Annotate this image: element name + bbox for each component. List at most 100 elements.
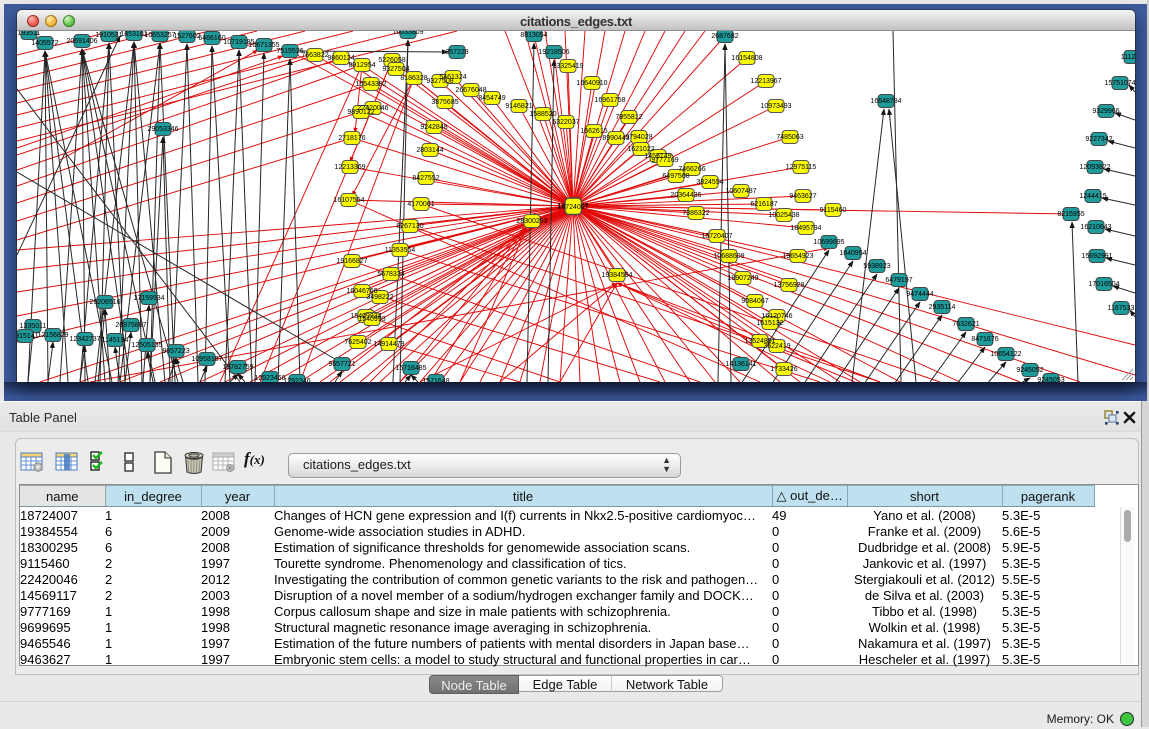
svg-text:8186328: 8186328 bbox=[400, 75, 427, 82]
svg-text:17016504: 17016504 bbox=[1088, 281, 1119, 288]
svg-text:19384554: 19384554 bbox=[601, 272, 632, 279]
svg-text:7515526: 7515526 bbox=[276, 48, 303, 55]
svg-text:9242848: 9242848 bbox=[420, 124, 447, 131]
svg-text:16640910: 16640910 bbox=[576, 80, 607, 87]
svg-text:9084067: 9084067 bbox=[741, 298, 768, 305]
svg-text:9857223: 9857223 bbox=[162, 348, 189, 355]
svg-text:9890122: 9890122 bbox=[347, 109, 374, 116]
svg-text:12213369: 12213369 bbox=[334, 164, 365, 171]
svg-text:8454749: 8454749 bbox=[478, 95, 505, 102]
svg-text:12505135: 12505135 bbox=[131, 342, 162, 349]
svg-text:11353554: 11353554 bbox=[385, 247, 416, 254]
svg-text:12093822: 12093822 bbox=[1079, 164, 1110, 171]
svg-text:16648784: 16648784 bbox=[870, 98, 901, 105]
svg-text:1244415: 1244415 bbox=[1079, 193, 1106, 200]
svg-text:1733426: 1733426 bbox=[770, 366, 797, 373]
svg-text:1910531: 1910531 bbox=[95, 32, 122, 39]
svg-text:3824554: 3824554 bbox=[696, 179, 723, 186]
svg-text:17159934: 17159934 bbox=[133, 295, 164, 302]
svg-text:1405572: 1405572 bbox=[31, 40, 58, 47]
svg-text:193511: 193511 bbox=[18, 31, 41, 37]
svg-text:8427552: 8427552 bbox=[412, 175, 439, 182]
svg-text:20364436: 20364436 bbox=[670, 192, 701, 199]
svg-text:9463627: 9463627 bbox=[789, 193, 816, 200]
svg-text:16671355: 16671355 bbox=[248, 42, 279, 49]
svg-text:7485063: 7485063 bbox=[776, 134, 803, 141]
svg-text:7386322: 7386322 bbox=[682, 210, 709, 217]
svg-text:13756928: 13756928 bbox=[773, 282, 804, 289]
svg-text:10973493: 10973493 bbox=[760, 103, 791, 110]
svg-text:2803144: 2803144 bbox=[416, 147, 443, 154]
svg-text:29053346: 29053346 bbox=[147, 126, 178, 133]
svg-text:5461324: 5461324 bbox=[439, 74, 466, 81]
svg-text:7955812: 7955812 bbox=[615, 114, 642, 121]
svg-text:8267130: 8267130 bbox=[396, 223, 423, 230]
svg-text:1292346: 1292346 bbox=[283, 378, 310, 382]
svg-text:26206516: 26206516 bbox=[89, 299, 120, 306]
svg-text:9794028: 9794028 bbox=[625, 134, 652, 141]
svg-text:2935114: 2935114 bbox=[929, 304, 956, 311]
svg-text:16210643: 16210643 bbox=[1080, 224, 1111, 231]
svg-text:357228: 357228 bbox=[445, 49, 468, 56]
svg-text:15692991: 15692991 bbox=[1081, 253, 1112, 260]
svg-text:19218506: 19218506 bbox=[538, 49, 569, 56]
svg-text:12342737: 12342737 bbox=[69, 336, 100, 343]
svg-text:8912954: 8912954 bbox=[348, 62, 375, 69]
svg-text:3522419: 3522419 bbox=[763, 343, 790, 350]
svg-text:1167533: 1167533 bbox=[1108, 305, 1135, 312]
svg-text:16543382: 16543382 bbox=[355, 81, 386, 88]
svg-text:14136141: 14136141 bbox=[725, 361, 756, 368]
svg-text:28300293: 28300293 bbox=[516, 218, 547, 225]
svg-text:15751074: 15751074 bbox=[1104, 80, 1135, 87]
svg-text:9657721: 9657721 bbox=[328, 361, 355, 368]
svg-text:16120746: 16120746 bbox=[761, 313, 792, 320]
svg-text:2718176: 2718176 bbox=[338, 135, 365, 142]
svg-text:111234: 111234 bbox=[1121, 54, 1135, 61]
svg-text:20691406: 20691406 bbox=[66, 38, 97, 45]
svg-text:10654122: 10654122 bbox=[990, 351, 1021, 358]
svg-text:14914479: 14914479 bbox=[373, 341, 404, 348]
svg-text:1335011: 1335011 bbox=[20, 323, 47, 330]
svg-text:5678334: 5678334 bbox=[377, 271, 404, 278]
svg-text:10607487: 10607487 bbox=[725, 188, 756, 195]
svg-text:6466160: 6466160 bbox=[198, 35, 225, 42]
svg-text:8471676: 8471676 bbox=[971, 336, 998, 343]
svg-text:1145194: 1145194 bbox=[102, 337, 129, 344]
svg-text:1640954: 1640954 bbox=[839, 250, 866, 257]
svg-text:6216187: 6216187 bbox=[750, 201, 777, 208]
svg-text:8215955: 8215955 bbox=[1057, 211, 1084, 218]
svg-text:6479197: 6479197 bbox=[885, 277, 912, 284]
svg-text:9860124: 9860124 bbox=[327, 55, 354, 62]
svg-text:3875685: 3875685 bbox=[431, 99, 458, 106]
svg-text:5322037: 5322037 bbox=[552, 119, 579, 126]
svg-text:26676048: 26676048 bbox=[455, 87, 486, 94]
svg-text:9777169: 9777169 bbox=[651, 157, 678, 164]
svg-text:1527602: 1527602 bbox=[173, 33, 200, 40]
svg-text:16033809: 16033809 bbox=[392, 31, 423, 36]
svg-text:18495794: 18495794 bbox=[790, 225, 821, 232]
svg-text:3915141: 3915141 bbox=[17, 333, 39, 340]
svg-text:16961758: 16961758 bbox=[594, 97, 625, 104]
svg-text:7663822: 7663822 bbox=[301, 52, 328, 59]
svg-text:18724007: 18724007 bbox=[557, 204, 588, 211]
svg-text:15720407: 15720407 bbox=[701, 233, 732, 240]
svg-text:10653257: 10653257 bbox=[144, 32, 175, 39]
svg-text:9474444: 9474444 bbox=[906, 291, 933, 298]
svg-text:9227342: 9227342 bbox=[1085, 136, 1112, 143]
svg-text:16154808: 16154808 bbox=[731, 55, 762, 62]
svg-text:12923468: 12923468 bbox=[254, 375, 285, 382]
svg-text:9146821: 9146821 bbox=[505, 103, 532, 110]
svg-text:4170061: 4170061 bbox=[407, 201, 434, 208]
svg-text:12975115: 12975115 bbox=[786, 164, 817, 171]
svg-text:6497568: 6497568 bbox=[662, 173, 689, 180]
svg-text:19654923: 19654923 bbox=[782, 253, 813, 260]
svg-text:13325419: 13325419 bbox=[552, 63, 583, 70]
svg-text:12156829: 12156829 bbox=[37, 332, 68, 339]
svg-text:8813054: 8813054 bbox=[520, 32, 547, 39]
svg-text:9327504: 9327504 bbox=[382, 66, 409, 73]
svg-text:1588520: 1588520 bbox=[529, 111, 556, 118]
svg-text:18907249: 18907249 bbox=[727, 275, 758, 282]
svg-text:2687682: 2687682 bbox=[711, 33, 738, 40]
svg-text:10688609: 10688609 bbox=[713, 253, 744, 260]
svg-text:9245053: 9245053 bbox=[1037, 377, 1064, 382]
